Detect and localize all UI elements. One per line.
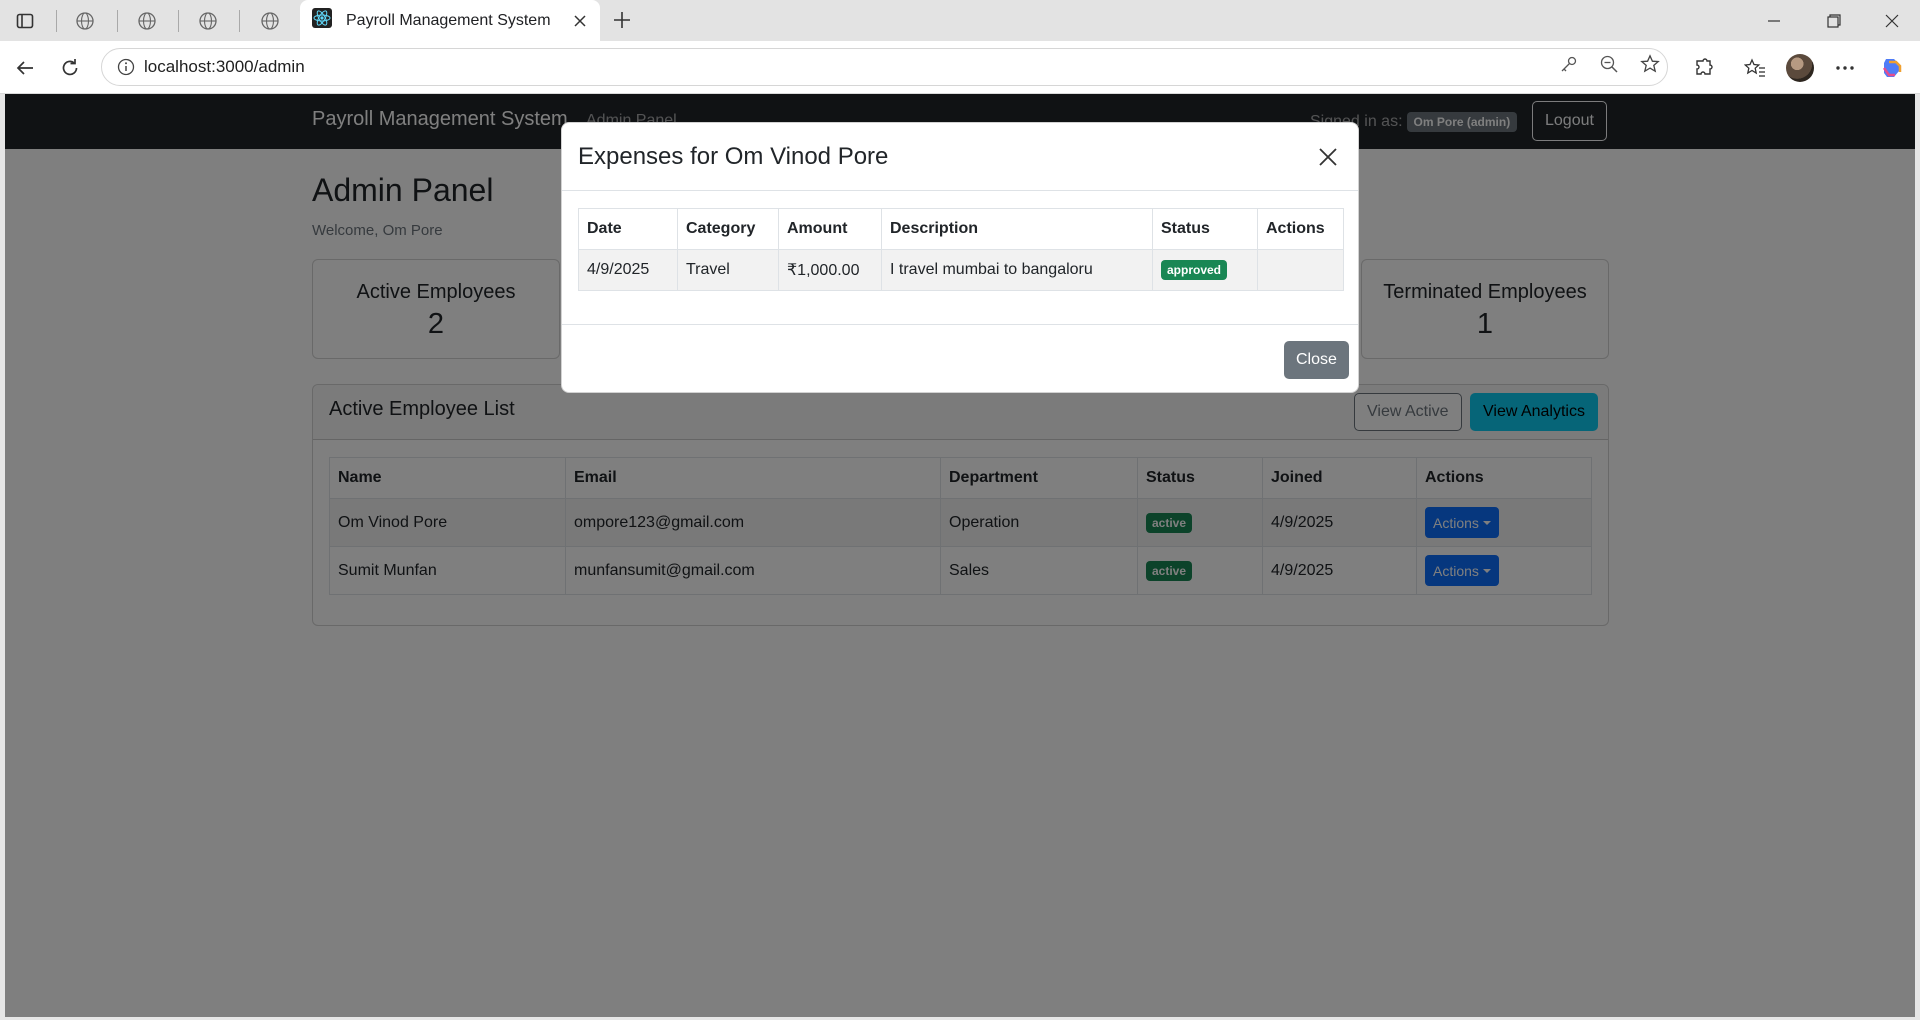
refresh-icon[interactable] bbox=[55, 53, 85, 83]
globe-tab-icon[interactable] bbox=[134, 8, 160, 34]
url-text: localhost:3000/admin bbox=[144, 57, 305, 76]
expenses-modal: Expenses for Om Vinod Pore Date Category… bbox=[561, 122, 1359, 393]
close-button[interactable]: Close bbox=[1284, 341, 1349, 379]
tab-close-icon[interactable] bbox=[568, 9, 592, 33]
globe-tab-icon[interactable] bbox=[195, 8, 221, 34]
modal-header: Expenses for Om Vinod Pore bbox=[562, 123, 1358, 191]
window-close-icon[interactable] bbox=[1864, 0, 1920, 41]
active-tab[interactable]: Payroll Management System bbox=[300, 0, 600, 41]
column-header: Actions bbox=[1257, 208, 1344, 250]
more-menu-icon[interactable] bbox=[1830, 53, 1860, 83]
status-badge: approved bbox=[1161, 260, 1228, 280]
address-bar: localhost:3000/admin bbox=[0, 41, 1920, 94]
column-header: Status bbox=[1152, 208, 1258, 250]
url-input[interactable]: localhost:3000/admin bbox=[101, 48, 1668, 86]
copilot-icon[interactable] bbox=[1877, 53, 1907, 83]
sidebar-toggle-icon[interactable] bbox=[12, 8, 38, 34]
globe-tab-icon[interactable] bbox=[72, 8, 98, 34]
profile-avatar[interactable] bbox=[1785, 53, 1815, 83]
new-tab-icon[interactable] bbox=[608, 6, 636, 34]
globe-tab-icon[interactable] bbox=[257, 8, 283, 34]
modal-footer: Close bbox=[562, 324, 1358, 393]
cell-date: 4/9/2025 bbox=[578, 249, 678, 291]
tab-title: Payroll Management System bbox=[346, 11, 551, 29]
favorite-star-icon[interactable] bbox=[1635, 49, 1665, 79]
browser-tab-bar: Payroll Management System bbox=[0, 0, 1920, 41]
cell-description: I travel mumbai to bangaloru bbox=[881, 249, 1153, 291]
extensions-icon[interactable] bbox=[1689, 53, 1719, 83]
column-header: Date bbox=[578, 208, 678, 250]
react-icon bbox=[312, 8, 332, 33]
modal-close-icon[interactable] bbox=[1314, 143, 1342, 171]
cell-category: Travel bbox=[677, 249, 779, 291]
expenses-table: Date Category Amount Description Status … bbox=[578, 208, 1344, 291]
page-viewport: Payroll Management System Admin Panel Si… bbox=[5, 94, 1915, 1017]
minimize-icon[interactable] bbox=[1746, 0, 1802, 41]
column-header: Amount bbox=[778, 208, 882, 250]
modal-title: Expenses for Om Vinod Pore bbox=[578, 143, 889, 170]
favorites-icon[interactable] bbox=[1740, 53, 1770, 83]
password-key-icon[interactable] bbox=[1554, 49, 1584, 79]
cell-status: approved bbox=[1152, 249, 1258, 291]
column-header: Description bbox=[881, 208, 1153, 250]
table-row: 4/9/2025 Travel ₹1,000.00 I travel mumba… bbox=[578, 249, 1344, 291]
restore-icon[interactable] bbox=[1806, 0, 1862, 41]
cell-actions bbox=[1257, 249, 1344, 291]
back-icon[interactable] bbox=[10, 53, 40, 83]
column-header: Category bbox=[677, 208, 779, 250]
site-info-icon[interactable] bbox=[108, 58, 144, 76]
zoom-out-icon[interactable] bbox=[1594, 49, 1624, 79]
cell-amount: ₹1,000.00 bbox=[778, 249, 882, 291]
